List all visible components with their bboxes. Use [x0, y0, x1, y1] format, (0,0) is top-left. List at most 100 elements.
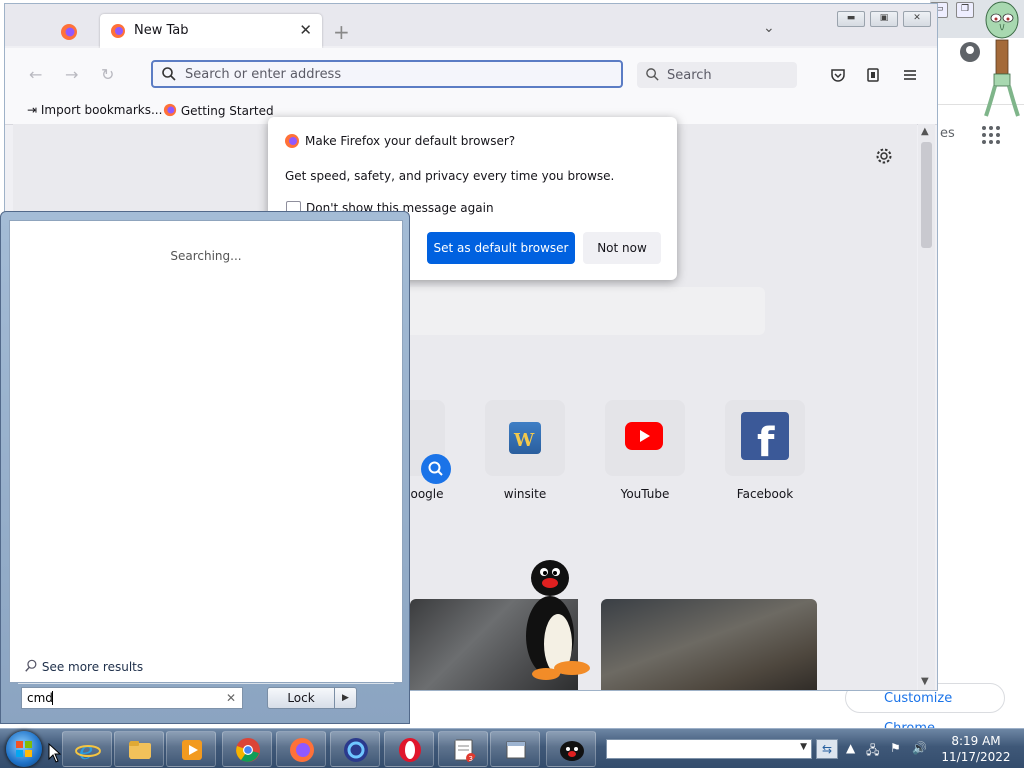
not-now-button[interactable]: Not now: [583, 232, 661, 264]
search-icon: [646, 68, 659, 81]
magnifier-icon: [25, 659, 37, 672]
clock-date: 11/17/2022: [941, 750, 1011, 764]
firefox-view-icon[interactable]: [60, 23, 78, 41]
extensions-icon[interactable]: [864, 66, 882, 84]
calendar-icon: 3: [454, 739, 476, 763]
address-placeholder: Search or enter address: [185, 67, 342, 82]
media-player-icon: [182, 740, 202, 760]
divider: [18, 683, 394, 684]
tab-new-tab[interactable]: New Tab ✕: [100, 14, 322, 48]
system-clock[interactable]: 8:19 AM 11/17/2022: [936, 733, 1016, 765]
list-all-tabs-chevron-icon[interactable]: ⌄: [763, 20, 775, 36]
volume-speaker-icon[interactable]: 🔊: [912, 741, 927, 755]
firefox-icon: [290, 738, 314, 762]
close-tab-icon[interactable]: ✕: [299, 21, 312, 39]
dialog-body: Get speed, safety, and privacy every tim…: [285, 169, 615, 183]
top-site-youtube[interactable]: [605, 400, 685, 476]
pingu-penguin-icon: [526, 560, 590, 680]
top-site-facebook[interactable]: f: [725, 400, 805, 476]
clock-time: 8:19 AM: [951, 734, 1001, 748]
search-results-pane: Searching... See more results: [9, 220, 403, 684]
search-icon: [421, 454, 451, 484]
tab-title: New Tab: [134, 23, 189, 38]
power-options-arrow-icon[interactable]: ▶: [335, 687, 357, 709]
getting-started-label: Getting Started: [180, 104, 274, 118]
taskbar-media-player[interactable]: [166, 731, 216, 767]
top-site-label: winsite: [503, 487, 547, 501]
taskbar-window-app[interactable]: [490, 731, 540, 767]
start-search-input[interactable]: cmd ✕: [21, 687, 243, 709]
youtube-logo-icon: [625, 422, 663, 450]
see-more-results-label: See more results: [41, 660, 144, 674]
pocket-icon[interactable]: [829, 66, 847, 84]
import-icon: ⇥: [27, 103, 38, 117]
maximize-button[interactable]: ▣: [870, 11, 898, 27]
dropdown-arrow-icon[interactable]: ▼: [800, 742, 807, 752]
chrome-profile-icon[interactable]: [960, 42, 980, 62]
chrome-partial-text: es: [940, 126, 955, 141]
svg-text:f: f: [757, 420, 775, 460]
squidward-character-icon: [984, 1, 1020, 117]
see-more-results-link[interactable]: See more results: [24, 659, 143, 674]
top-site-winsite[interactable]: W: [485, 400, 565, 476]
taskbar-app-swirl[interactable]: [330, 731, 380, 767]
chrome-icon: [236, 738, 260, 762]
set-default-browser-button[interactable]: Set as default browser: [427, 232, 575, 264]
minimize-button[interactable]: ▬: [837, 11, 865, 27]
mouse-cursor-icon: [48, 743, 62, 763]
taskbar-file-explorer[interactable]: [114, 731, 164, 767]
badge-count: 3: [469, 755, 473, 763]
search-icon: [162, 67, 176, 81]
winsite-logo-icon: W: [509, 422, 541, 454]
action-center-flag-icon[interactable]: ⚑: [890, 741, 901, 755]
opera-icon: [399, 738, 421, 762]
scrollbar-thumb[interactable]: [921, 142, 932, 248]
import-bookmarks-label: Import bookmarks...: [40, 103, 163, 117]
windows-logo-icon: [16, 741, 32, 757]
address-toolbar-input[interactable]: ▼: [606, 739, 812, 759]
gear-icon[interactable]: [875, 147, 893, 165]
reload-icon[interactable]: ↻: [101, 65, 114, 84]
taskbar-internet-explorer[interactable]: e: [62, 731, 112, 767]
taskbar-pingu-app[interactable]: [546, 731, 596, 767]
new-tab-plus-icon[interactable]: +: [333, 20, 350, 44]
sync-arrows-icon[interactable]: ⇆: [816, 739, 838, 759]
story-image-chairs[interactable]: [601, 599, 817, 690]
lock-button[interactable]: Lock: [267, 687, 335, 709]
new-tab-search-field[interactable]: [400, 287, 765, 335]
start-menu: Searching... See more results cmd ✕ Lock…: [0, 211, 410, 724]
top-site-label: Facebook: [736, 487, 794, 501]
firefox-logo-icon: [285, 134, 299, 148]
start-button[interactable]: [6, 731, 42, 767]
swirl-app-icon: [344, 738, 368, 762]
taskbar-opera[interactable]: [384, 731, 434, 767]
taskbar-calendar-app[interactable]: 3: [438, 731, 488, 767]
show-hidden-icons-arrow-icon[interactable]: ▲: [846, 741, 855, 755]
page-scrollbar[interactable]: ▲ ▼: [918, 124, 935, 690]
taskbar-firefox[interactable]: [276, 731, 326, 767]
scroll-up-arrow-icon[interactable]: ▲: [921, 126, 929, 137]
clear-search-icon[interactable]: ✕: [226, 691, 236, 705]
taskbar: e 3 ▼ ⇆ ▲ 🖧 ⚑ 🔊 8:19 AM 11/17/2022: [0, 728, 1024, 768]
navigation-toolbar: ← → ↻ Search or enter address Search: [5, 48, 937, 98]
back-arrow-icon[interactable]: ←: [29, 65, 42, 84]
getting-started-link[interactable]: Getting Started: [163, 103, 274, 118]
text-caret: [52, 691, 53, 705]
internet-explorer-icon: e: [75, 737, 101, 763]
address-bar[interactable]: Search or enter address: [151, 60, 623, 88]
forward-arrow-icon[interactable]: →: [65, 65, 78, 84]
firefox-logo-icon: [163, 103, 177, 117]
scroll-down-arrow-icon[interactable]: ▼: [921, 676, 929, 687]
dialog-title: Make Firefox your default browser?: [305, 134, 516, 148]
import-bookmarks-link[interactable]: ⇥ Import bookmarks...: [27, 103, 162, 117]
network-icon[interactable]: 🖧: [866, 741, 879, 762]
close-window-button[interactable]: ✕: [903, 11, 931, 27]
hamburger-menu-icon[interactable]: [901, 66, 919, 84]
window-icon: [506, 741, 526, 759]
search-query: cmd: [27, 691, 53, 705]
firefox-logo-icon: [111, 24, 125, 38]
chrome-apps-grid-icon[interactable]: [982, 126, 1000, 144]
search-box[interactable]: Search: [637, 62, 797, 88]
taskbar-chrome[interactable]: [222, 731, 272, 767]
chrome-restore-button[interactable]: ❐: [956, 2, 974, 18]
